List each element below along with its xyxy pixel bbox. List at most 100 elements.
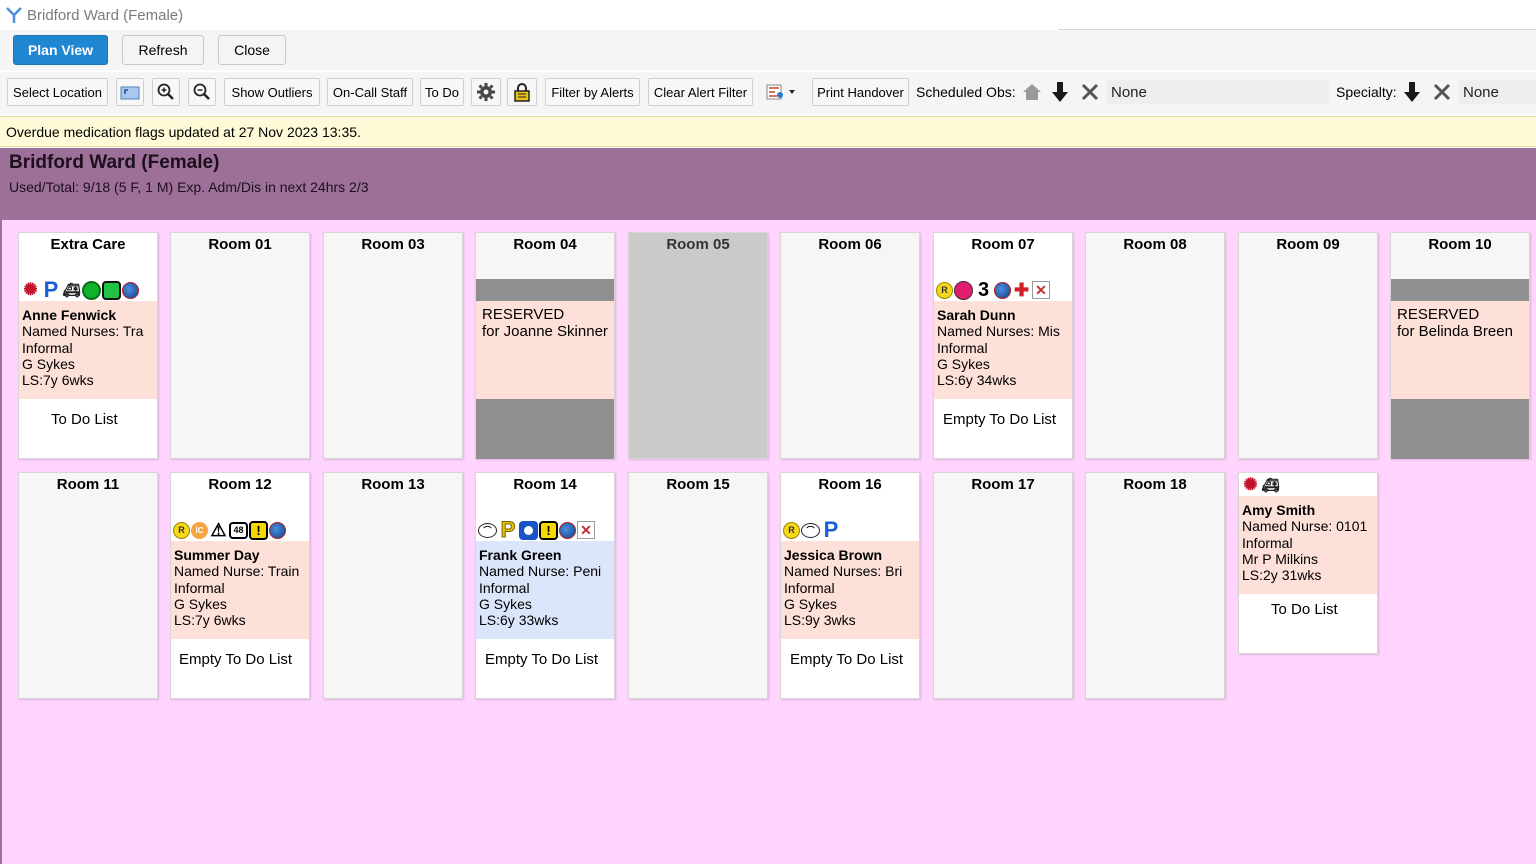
- parking-icon[interactable]: P: [821, 519, 841, 541]
- room-card-05[interactable]: Room 05: [628, 232, 768, 459]
- yellow-alert-icon[interactable]: !: [249, 520, 268, 540]
- todo-list-link[interactable]: Empty To Do List: [171, 651, 309, 668]
- named-nurses: Named Nurses: Mis: [937, 323, 1060, 340]
- legal-status: Informal: [174, 579, 225, 596]
- globe-icon[interactable]: [122, 281, 139, 299]
- yellow-alert-icon[interactable]: !: [539, 520, 558, 540]
- ambulance-icon[interactable]: 🚑︎: [1261, 476, 1280, 495]
- room-card-11[interactable]: Room 11: [18, 472, 158, 699]
- pink-circle-icon[interactable]: [954, 280, 973, 300]
- arrow-down-icon[interactable]: [1048, 80, 1072, 104]
- specialty-arrow-down-icon[interactable]: [1400, 80, 1424, 104]
- 48-icon[interactable]: 48: [229, 521, 248, 539]
- patient-info[interactable]: Jessica Brown Named Nurses: Bri Informal…: [781, 541, 919, 639]
- lock-icon[interactable]: [507, 78, 537, 106]
- to-do-button[interactable]: To Do: [420, 78, 464, 106]
- cross-icon[interactable]: ✚: [1012, 280, 1031, 300]
- named-nurses: Named Nurse: Train: [174, 563, 300, 580]
- room-card-04[interactable]: Room 04 RESERVED for Joanne Skinner: [475, 232, 615, 459]
- up-folder-icon[interactable]: [116, 78, 144, 106]
- close-button[interactable]: Close: [218, 35, 286, 65]
- room-card-06[interactable]: Room 06: [780, 232, 920, 459]
- blue-o-icon[interactable]: [519, 520, 538, 540]
- legal-status: Informal: [784, 579, 835, 596]
- zoom-out-icon[interactable]: [188, 78, 216, 106]
- settings-gear-icon[interactable]: [471, 78, 501, 106]
- bug-icon[interactable]: ✺: [21, 280, 40, 300]
- room-name: Room 12: [208, 476, 272, 493]
- clear-x-icon[interactable]: [1078, 80, 1102, 104]
- todo-list-link[interactable]: Empty To Do List: [476, 651, 614, 668]
- display-options-icon[interactable]: [765, 78, 803, 106]
- specialty-field[interactable]: None: [1459, 80, 1536, 104]
- orange-ic-icon[interactable]: IC: [191, 521, 208, 539]
- room-card-09[interactable]: Room 09: [1238, 232, 1378, 459]
- yellow-p-icon[interactable]: P: [498, 519, 518, 541]
- room-card-14[interactable]: Room 14 ⌒ P ! ✕ Frank Green Named Nurse:…: [475, 472, 615, 699]
- patient-info[interactable]: Frank Green Named Nurse: Peni Informal G…: [476, 541, 614, 639]
- print-handover-button[interactable]: Print Handover: [812, 78, 909, 106]
- bug-icon[interactable]: ✺: [1241, 475, 1260, 495]
- warning-icon[interactable]: ⚠: [209, 520, 228, 540]
- clear-alert-filter-button[interactable]: Clear Alert Filter: [648, 78, 753, 106]
- green-square-icon[interactable]: [102, 280, 121, 300]
- room-card-17[interactable]: Room 17: [933, 472, 1073, 699]
- specialty-clear-x-icon[interactable]: [1430, 80, 1454, 104]
- room-card-16[interactable]: Room 16 R ⌒ P Jessica Brown Named Nurses…: [780, 472, 920, 699]
- nose-icon[interactable]: ⌒: [478, 522, 497, 538]
- yellow-r-icon[interactable]: R: [936, 281, 953, 299]
- reservation-info[interactable]: RESERVED for Belinda Breen: [1391, 301, 1529, 399]
- zoom-in-icon[interactable]: [152, 78, 180, 106]
- patient-info[interactable]: Amy Smith Named Nurse: 0101 Informal Mr …: [1239, 496, 1377, 594]
- patient-info[interactable]: Summer Day Named Nurse: Train Informal G…: [171, 541, 309, 639]
- room-card-extra-care[interactable]: Extra Care ✺ P 🚑︎ Anne Fenwick Named Nur…: [18, 232, 158, 459]
- room-card-10[interactable]: Room 10 RESERVED for Belinda Breen: [1390, 232, 1530, 459]
- refresh-button[interactable]: Refresh: [122, 35, 204, 65]
- named-nurses: Named Nurses: Tra: [22, 323, 144, 340]
- ward-title: Bridford Ward (Female): [9, 152, 220, 173]
- nose-icon[interactable]: ⌒: [801, 522, 820, 538]
- room-card-13[interactable]: Room 13: [323, 472, 463, 699]
- x-box-icon[interactable]: ✕: [577, 521, 595, 539]
- notification-text: Overdue medication flags updated at 27 N…: [6, 123, 361, 140]
- outlier-patient-card[interactable]: ✺ 🚑︎ Amy Smith Named Nurse: 0101 Informa…: [1238, 472, 1378, 654]
- ambulance-icon[interactable]: 🚑︎: [62, 281, 81, 300]
- reservation-info[interactable]: RESERVED for Joanne Skinner: [476, 301, 614, 399]
- yellow-r-icon[interactable]: R: [173, 521, 190, 539]
- patient-info[interactable]: Anne Fenwick Named Nurses: Tra Informal …: [19, 301, 157, 399]
- todo-list-link[interactable]: Empty To Do List: [781, 651, 919, 668]
- home-icon[interactable]: [1020, 80, 1044, 104]
- globe-icon[interactable]: [994, 281, 1011, 299]
- reserved-for: for Joanne Skinner: [482, 322, 608, 340]
- room-card-08[interactable]: Room 08: [1085, 232, 1225, 459]
- room-name: Room 05: [666, 236, 730, 253]
- reserved-label: RESERVED: [1397, 306, 1480, 323]
- parking-icon[interactable]: P: [41, 279, 61, 301]
- filter-by-alerts-button[interactable]: Filter by Alerts: [545, 78, 640, 106]
- todo-list-link[interactable]: To Do List: [1239, 601, 1377, 618]
- yellow-r-icon[interactable]: R: [783, 521, 800, 539]
- named-nurses: Named Nurse: 0101: [1242, 518, 1368, 535]
- room-card-18[interactable]: Room 18: [1085, 472, 1225, 699]
- plan-view-button[interactable]: Plan View: [13, 35, 108, 65]
- room-card-12[interactable]: Room 12 R IC ⚠ 48 ! Summer Day Named Nur…: [170, 472, 310, 699]
- room-name: Room 15: [666, 476, 730, 493]
- show-outliers-button[interactable]: Show Outliers: [224, 78, 320, 106]
- room-card-15[interactable]: Room 15: [628, 472, 768, 699]
- globe-icon[interactable]: [269, 521, 286, 539]
- todo-list-link[interactable]: To Do List: [19, 411, 157, 428]
- length-of-stay: LS:7y 6wks: [22, 372, 94, 389]
- select-location-button[interactable]: Select Location: [7, 78, 108, 106]
- room-card-01[interactable]: Room 01: [170, 232, 310, 459]
- scheduled-obs-field[interactable]: None: [1107, 80, 1329, 104]
- x-box-icon[interactable]: ✕: [1032, 281, 1050, 299]
- globe-icon[interactable]: [559, 521, 576, 539]
- room-card-03[interactable]: Room 03: [323, 232, 463, 459]
- green-circle-icon[interactable]: [82, 280, 101, 300]
- on-call-staff-button[interactable]: On-Call Staff: [327, 78, 413, 106]
- three-icon[interactable]: 3: [974, 279, 993, 301]
- room-card-07[interactable]: Room 07 R 3 ✚ ✕ Sarah Dunn Named Nurses:…: [933, 232, 1073, 459]
- todo-list-link[interactable]: Empty To Do List: [934, 411, 1072, 428]
- patient-info[interactable]: Sarah Dunn Named Nurses: Mis Informal G …: [934, 301, 1072, 399]
- reserved-for: for Belinda Breen: [1397, 322, 1513, 340]
